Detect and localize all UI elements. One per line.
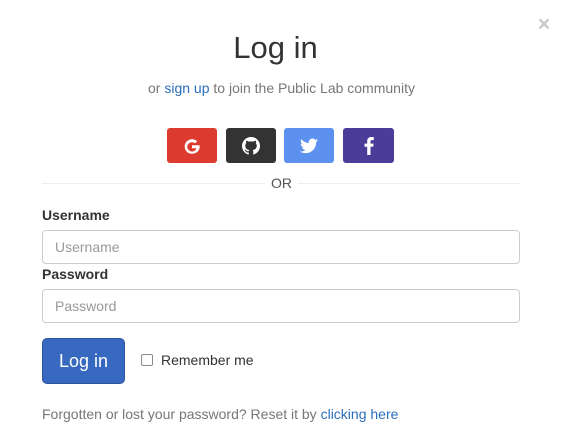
username-label: Username [42,207,110,223]
reset-password-link[interactable]: clicking here [321,406,399,422]
subtitle-suffix: to join the Public Lab community [213,80,415,96]
username-input[interactable] [42,230,520,264]
modal-title: Log in [233,30,318,65]
password-input[interactable] [42,289,520,323]
or-divider-text: OR [265,175,298,191]
google-icon [184,138,200,154]
password-label: Password [42,266,109,282]
remember-me-checkbox[interactable] [141,354,153,366]
login-button-label: Log in [58,350,109,371]
forgot-password-prefix: Forgotten or lost your password? Reset i… [42,406,317,422]
subtitle-prefix: or [148,80,161,96]
or-divider: OR [0,175,563,191]
sign-up-link[interactable]: sign up [164,80,209,96]
facebook-login-button[interactable] [343,128,394,163]
twitter-icon [300,138,318,153]
github-login-button[interactable] [226,128,276,163]
login-button[interactable]: Log in [42,338,125,384]
remember-me-label[interactable]: Remember me [161,352,254,368]
facebook-icon [364,136,374,155]
forgot-password-text: Forgotten or lost your password? Reset i… [42,405,398,423]
google-login-button[interactable] [167,128,217,163]
twitter-login-button[interactable] [284,128,334,163]
github-icon [242,136,260,155]
modal-subtitle: or sign up to join the Public Lab commun… [0,79,563,97]
